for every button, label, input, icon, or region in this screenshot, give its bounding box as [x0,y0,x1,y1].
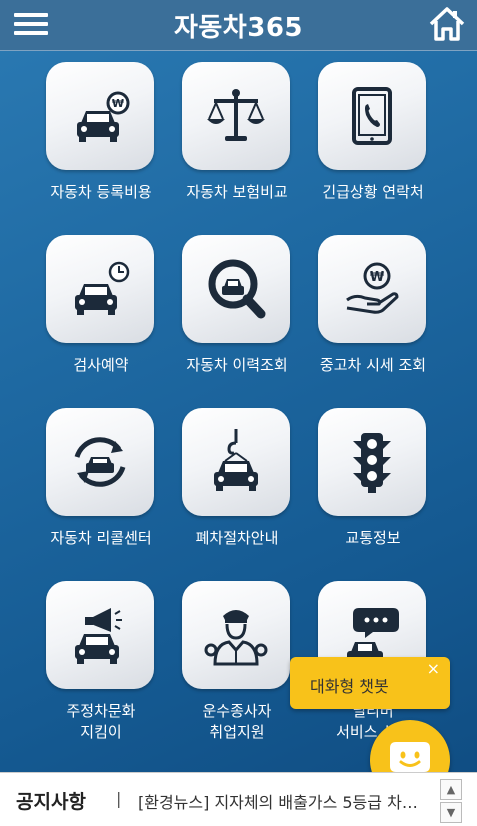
menu-tile[interactable] [46,581,154,689]
menu-label: 교통정보 [345,529,401,547]
menu-tile[interactable] [182,62,290,170]
menu-tile[interactable]: ₩ [46,62,154,170]
menu-tile[interactable] [182,235,290,343]
car-recycle-icon [74,437,126,487]
notice-label: 공지사항 [16,791,86,813]
menu-label: 자동차 보험비교 [186,183,288,201]
crane-car-icon [214,429,258,491]
magnifier-car-icon [208,259,266,319]
traffic-light-icon [353,433,391,493]
svg-text:₩: ₩ [370,270,385,285]
notice-arrows: ▲ ▼ [440,779,462,823]
menu-label: 폐차절차안내 [195,529,279,547]
menu-label: 자동차 등록비용 [50,183,152,201]
chevron-up-icon[interactable]: ▲ [440,779,462,800]
menu-tile[interactable] [318,408,426,516]
car-clock-icon [75,261,130,315]
svg-text:₩: ₩ [112,97,124,110]
menu-tile[interactable]: ₩ [318,235,426,343]
megaphone-car-icon [75,608,122,664]
menu-label: 자동차 이력조회 [186,356,288,374]
menu-label: 자동차 리콜센터 [50,529,152,547]
scale-icon [207,89,265,141]
menu-label: 검사예약 [73,356,129,374]
home-icon[interactable] [427,5,467,43]
notice-separator: | [116,789,122,808]
app-header: 자동차365 [0,0,477,51]
notice-text[interactable]: [환경뉴스] 지자체의 배출가스 5등급 차량 운행제한 [138,789,422,813]
menu-label: 중고차 시세 조회 [319,356,427,374]
menu-label: 주정차문화 지킴이 [66,702,136,741]
menu-tile[interactable] [46,408,154,516]
driver-icon [204,610,268,666]
chatbot-popup[interactable]: 대화형 챗봇 × [290,657,450,709]
chatbot-popup-text: 대화형 챗봇 [310,677,389,696]
menu-tile[interactable] [318,62,426,170]
menu-tile[interactable] [46,235,154,343]
menu-tile[interactable] [182,581,290,689]
menu-label: 긴급상황 연락처 [322,183,424,201]
notice-bar: 공지사항 | [환경뉴스] 지자체의 배출가스 5등급 차량 운행제한 ▲ ▼ [0,772,477,826]
car-won-icon: ₩ [77,91,130,142]
hand-won-icon: ₩ [346,262,399,314]
menu-tile[interactable] [182,408,290,516]
phone-tablet-icon [352,87,392,145]
app-title: 자동차365 [173,13,304,43]
close-icon[interactable]: × [427,659,440,678]
chevron-down-icon[interactable]: ▼ [440,802,462,823]
